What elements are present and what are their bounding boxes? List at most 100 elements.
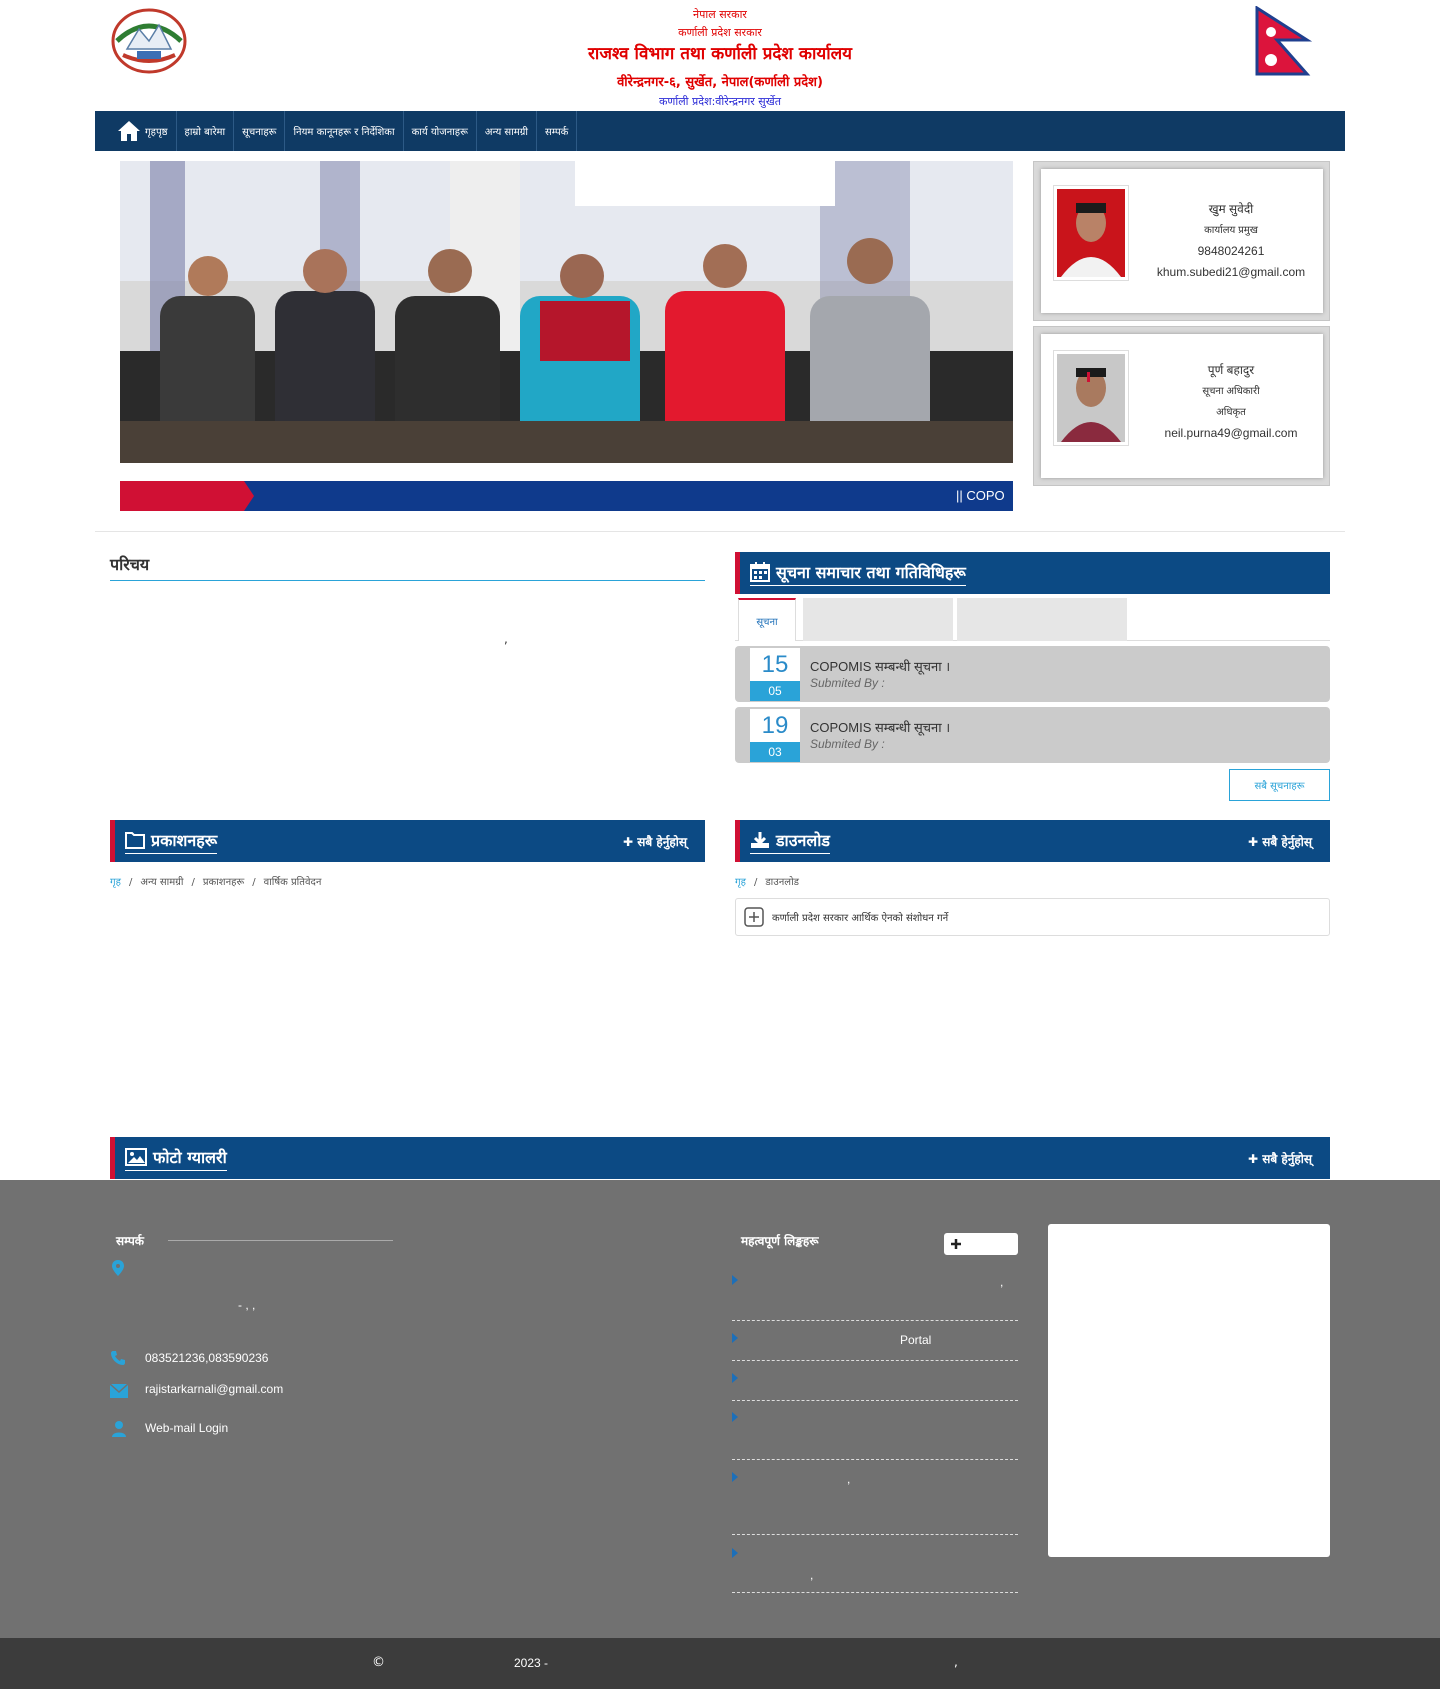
- footer-link-item[interactable]: [732, 1412, 1018, 1460]
- official-email[interactable]: khum.subedi21@gmail.com: [1141, 262, 1321, 283]
- breadcrumb: गृह / अन्य सामग्री / प्रकाशनहरू / वार्षिक प्रत…: [110, 877, 322, 888]
- tab-news[interactable]: [803, 598, 953, 641]
- all-notices-button[interactable]: सबै सूचनाहरू: [1229, 769, 1330, 801]
- official-photo: [1053, 350, 1129, 446]
- documents-title-text: प्रकाशनहरू: [151, 831, 218, 850]
- nav-item-plans[interactable]: कार्य योजनाहरू: [404, 111, 477, 151]
- phone-icon: [111, 1351, 125, 1365]
- date-badge: 15 05: [750, 648, 800, 701]
- nepal-flag-icon: [1255, 5, 1313, 76]
- breadcrumb-item[interactable]: अन्य सामग्री: [140, 877, 183, 888]
- header-line-1: नेपाल सरकार: [693, 8, 747, 21]
- documents-view-all-link[interactable]: ✚ सबै हेर्नुहोस्: [623, 833, 687, 850]
- official-role: सूचना अधिकारी: [1202, 386, 1260, 397]
- official-email[interactable]: neil.purna49@gmail.com: [1141, 423, 1321, 444]
- footer-link-text[interactable]: ,: [810, 1568, 813, 1582]
- gallery-view-all-link[interactable]: ✚ सबै हेर्नुहोस्: [1248, 1150, 1312, 1167]
- gallery-title: फोटो ग्यालरी: [125, 1146, 227, 1171]
- footer-link-item[interactable]: [732, 1373, 1018, 1401]
- arrow-right-icon: [732, 1548, 738, 1558]
- official-card-inner: पूर्ण बहादुर सूचना अधिकारी अधिकृत neil.p…: [1041, 334, 1323, 478]
- news-item-author: Submited By :: [810, 676, 885, 690]
- plus-icon: [951, 1239, 961, 1249]
- folder-icon: [125, 832, 145, 849]
- tab-activities[interactable]: [957, 598, 1127, 641]
- footer-email[interactable]: rajistarkarnali@gmail.com: [145, 1382, 283, 1396]
- header-line-2: कर्णाली प्रदेश सरकार: [678, 26, 762, 39]
- news-item-title[interactable]: COPOMIS सम्बन्धी सूचना ।: [810, 657, 950, 675]
- copyright-comma: ,: [954, 1655, 958, 1669]
- footer-link-text[interactable]: Portal: [900, 1333, 931, 1347]
- tab-notices[interactable]: सूचना: [738, 598, 796, 641]
- nav-item-laws[interactable]: नियम कानूनहरू र निर्देशिका: [285, 111, 404, 151]
- home-icon: [118, 121, 140, 141]
- breadcrumb-item: डाउनलोड: [765, 877, 800, 888]
- footer-link-text[interactable]: ,: [1000, 1275, 1003, 1289]
- intro-text: ,: [504, 632, 508, 646]
- envelope-icon: [110, 1384, 128, 1398]
- breadcrumb: गृह / डाउनलोड: [735, 877, 800, 888]
- header-address: वीरेन्द्रनगर-६, सुर्खेत, नेपाल(कर्णाली प…: [617, 75, 823, 90]
- nav-item-contact[interactable]: सम्पर्क: [537, 111, 578, 151]
- nav-item-other[interactable]: अन्य सामग्री: [477, 111, 537, 151]
- footer-link-item[interactable]: Portal: [732, 1333, 1018, 1361]
- download-item-title[interactable]: कर्णाली प्रदेश सरकार आर्थिक ऐनको संशोधन …: [772, 910, 948, 924]
- nav-item-home[interactable]: गृहपृष्ठ: [95, 111, 177, 151]
- links-expand-button[interactable]: [944, 1233, 1018, 1255]
- documents-header-bar: प्रकाशनहरू ✚ सबै हेर्नुहोस्: [110, 820, 705, 862]
- date-month: 03: [750, 742, 800, 762]
- image-icon: [125, 1148, 147, 1166]
- official-photo: [1053, 185, 1129, 281]
- footer-links-title: महत्वपूर्ण लिङ्कहरू: [741, 1234, 819, 1248]
- downloads-title-text: डाउनलोड: [776, 831, 830, 850]
- intro-underline: [110, 580, 705, 581]
- map-marker-icon: [112, 1260, 124, 1276]
- official-name: खुम सुवेदी: [1208, 202, 1254, 216]
- breadcrumb-home[interactable]: गृह: [110, 877, 121, 888]
- gallery-header-bar: फोटो ग्यालरी ✚ सबै हेर्नुहोस्: [110, 1137, 1330, 1179]
- footer-link-text[interactable]: ,: [847, 1472, 850, 1486]
- downloads-title: डाउनलोड: [750, 829, 830, 854]
- list-item[interactable]: 15 05 COPOMIS सम्बन्धी सूचना । Submited …: [735, 646, 1330, 702]
- footer-link-item[interactable]: ,: [732, 1548, 1018, 1593]
- date-badge: 19 03: [750, 709, 800, 762]
- gallery-title-text: फोटो ग्यालरी: [153, 1148, 227, 1167]
- breadcrumb-item[interactable]: प्रकाशनहरू: [203, 877, 244, 888]
- intro-title: परिचय: [110, 555, 150, 574]
- date-day: 19: [761, 712, 789, 739]
- download-icon: [751, 832, 769, 848]
- date-month: 05: [750, 681, 800, 701]
- user-icon: [112, 1421, 126, 1437]
- footer-link-item[interactable]: ,: [732, 1472, 1018, 1535]
- official-card-1: खुम सुवेदी कार्यालय प्रमुख 9848024261 kh…: [1033, 161, 1330, 321]
- list-item[interactable]: 19 03 COPOMIS सम्बन्धी सूचना । Submited …: [735, 707, 1330, 763]
- webmail-login-link[interactable]: Web-mail Login: [145, 1421, 228, 1435]
- footer-contact-rule: [168, 1240, 393, 1241]
- footer-phone: 083521236,083590236: [145, 1351, 269, 1365]
- downloads-header-bar: डाउनलोड ✚ सबै हेर्नुहोस्: [735, 820, 1330, 862]
- arrow-right-icon: [732, 1275, 738, 1285]
- footer-address: - , ,: [238, 1298, 256, 1312]
- official-info: खुम सुवेदी कार्यालय प्रमुख 9848024261 kh…: [1141, 199, 1321, 283]
- official-role: कार्यालय प्रमुख: [1204, 225, 1258, 236]
- download-item[interactable]: कर्णाली प्रदेश सरकार आर्थिक ऐनको संशोधन …: [735, 898, 1330, 936]
- footer-link-item[interactable]: ,: [732, 1275, 1018, 1321]
- copyright-bar: © 2023 - ,: [0, 1638, 1440, 1689]
- expand-plus-icon[interactable]: [744, 907, 764, 927]
- official-phone: 9848024261: [1197, 244, 1265, 258]
- official-info: पूर्ण बहादुर सूचना अधिकारी अधिकृत neil.p…: [1141, 360, 1321, 444]
- news-item-title[interactable]: COPOMIS सम्बन्धी सूचना ।: [810, 718, 950, 736]
- image-slider[interactable]: [120, 161, 1013, 463]
- official-card-2: पूर्ण बहादुर सूचना अधिकारी अधिकृत neil.p…: [1033, 326, 1330, 486]
- documents-title: प्रकाशनहरू: [125, 829, 218, 854]
- breadcrumb-home[interactable]: गृह: [735, 877, 746, 888]
- nav-item-label: गृहपृष्ठ: [145, 127, 168, 138]
- news-title-text: सूचना समाचार तथा गतिविधिहरू: [776, 563, 966, 582]
- downloads-view-all-link[interactable]: ✚ सबै हेर्नुहोस्: [1248, 833, 1312, 850]
- section-divider: [95, 531, 1345, 532]
- ticker-text[interactable]: || COPO: [956, 488, 1005, 503]
- calendar-icon: [750, 562, 770, 582]
- nav-item-about[interactable]: हाम्रो बारेमा: [177, 111, 235, 151]
- nav-item-notices[interactable]: सूचनाहरू: [234, 111, 286, 151]
- page-title: राजश्व विभाग तथा कर्णाली प्रदेश कार्यालय: [587, 44, 853, 64]
